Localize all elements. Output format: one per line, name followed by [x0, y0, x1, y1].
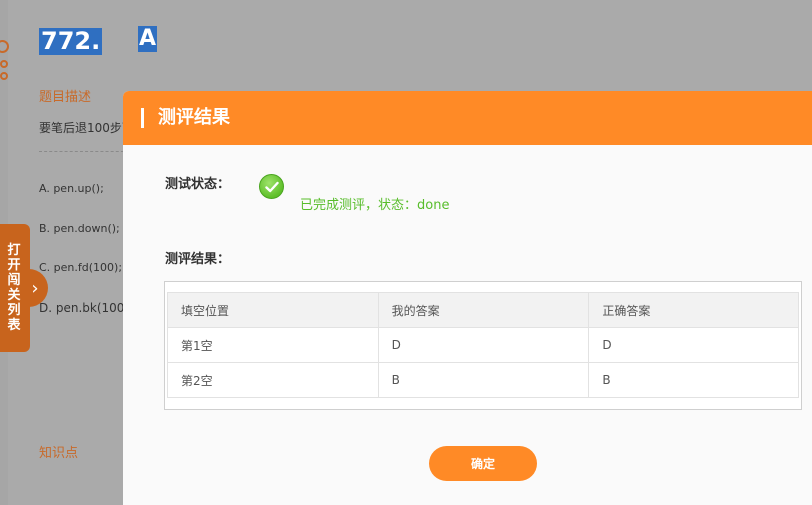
side-tab-char: 关	[7, 288, 21, 303]
table-cell: B	[377, 362, 590, 398]
table-cell: D	[377, 327, 590, 363]
result-label: 测评结果：	[165, 252, 231, 267]
question-number: 772.	[39, 27, 103, 55]
side-tab-char: 表	[7, 318, 21, 333]
divider	[39, 151, 129, 152]
status-label: 测试状态：	[165, 177, 231, 192]
table-header-row: 填空位置 我的答案 正确答案	[167, 292, 799, 328]
side-tab-char: 闯	[7, 273, 21, 288]
table-row: 第2空 B B	[167, 362, 799, 398]
result-table-container: 填空位置 我的答案 正确答案 第1空 D D 第2空 B B	[164, 281, 802, 410]
option-a[interactable]: A. pen.up();	[39, 182, 104, 195]
side-tab-char: 列	[7, 303, 21, 318]
option-b[interactable]: B. pen.down();	[39, 222, 120, 235]
status-text: 已完成测评，状态：done	[300, 198, 450, 213]
table-cell: D	[588, 327, 799, 363]
description-text: 要笔后退100步可	[39, 121, 134, 135]
confirm-button[interactable]: 确定	[429, 446, 537, 481]
column-header-my-answer: 我的答案	[377, 292, 590, 328]
result-table: 填空位置 我的答案 正确答案 第1空 D D 第2空 B B	[167, 292, 799, 398]
table-cell: B	[588, 362, 799, 398]
result-dialog: 测评结果 测试状态： 已完成测评，状态：done 测评结果： 填空位置 我的答案…	[123, 91, 812, 505]
side-tab-char: 开	[7, 258, 21, 273]
column-header-position: 填空位置	[167, 292, 379, 328]
dialog-header: 测评结果	[123, 91, 812, 145]
header-accent-bar	[141, 108, 144, 128]
section-description-label: 题目描述	[39, 90, 92, 105]
dialog-title: 测评结果	[158, 107, 230, 128]
check-circle-icon	[259, 174, 284, 199]
section-knowledge-label: 知识点	[39, 446, 79, 461]
table-cell: 第2空	[167, 362, 379, 398]
table-row: 第1空 D D	[167, 327, 799, 363]
table-cell: 第1空	[167, 327, 379, 363]
question-title: A	[138, 26, 158, 52]
option-c[interactable]: C. pen.fd(100);	[39, 261, 122, 274]
side-tab-char: 打	[7, 243, 21, 258]
column-header-correct-answer: 正确答案	[588, 292, 799, 328]
option-d[interactable]: D. pen.bk(100);	[39, 301, 133, 315]
